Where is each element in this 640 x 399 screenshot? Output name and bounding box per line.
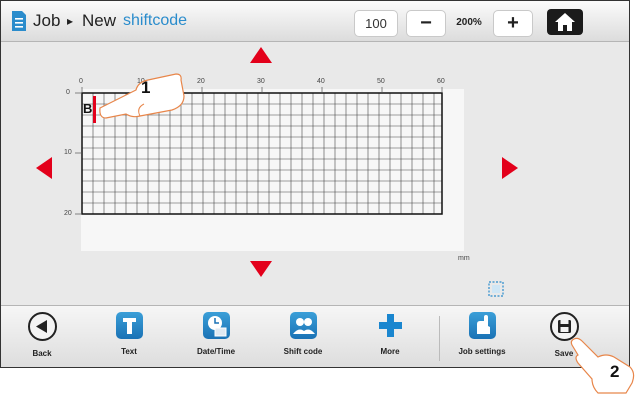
ruler-x-label: 40	[317, 78, 325, 85]
toolbar-divider	[439, 316, 440, 361]
datetime-button[interactable]: Date/Time	[181, 312, 251, 356]
text-button[interactable]: Text	[94, 312, 164, 356]
back-button[interactable]: Back	[7, 312, 77, 358]
ruler-y-label: 0	[66, 89, 70, 96]
plus-icon	[378, 314, 402, 337]
callout-number: 1	[141, 78, 151, 97]
pointing-hand-icon	[570, 337, 635, 394]
settings-hand-icon	[468, 312, 496, 339]
ruler-x-label: 50	[377, 78, 385, 85]
text-icon	[115, 312, 143, 339]
bottom-toolbar: Back Text Date/Time Shift code More Job …	[1, 305, 629, 367]
ruler-x-label: 0	[79, 78, 83, 85]
screen: Job ▸ New shiftcode 100 − 200% + 0 10 20…	[0, 0, 630, 368]
ruler-y-label: 20	[64, 210, 72, 217]
more-button[interactable]: More	[355, 312, 425, 356]
back-arrow-icon	[27, 312, 57, 341]
text-object[interactable]: B	[83, 101, 92, 116]
shift-code-button[interactable]: Shift code	[268, 312, 338, 356]
calendar-clock-icon	[202, 312, 230, 339]
ruler-y-label: 10	[64, 149, 72, 156]
fit-to-screen-icon[interactable]	[486, 279, 506, 299]
job-settings-button[interactable]: Job settings	[447, 312, 517, 356]
people-icon	[289, 312, 317, 339]
ruler-x-label: 30	[257, 78, 265, 85]
ruler-x-label: 60	[437, 78, 445, 85]
unit-label: mm	[458, 255, 470, 262]
callout-number: 2	[610, 362, 620, 381]
ruler-x-label: 20	[197, 78, 205, 85]
